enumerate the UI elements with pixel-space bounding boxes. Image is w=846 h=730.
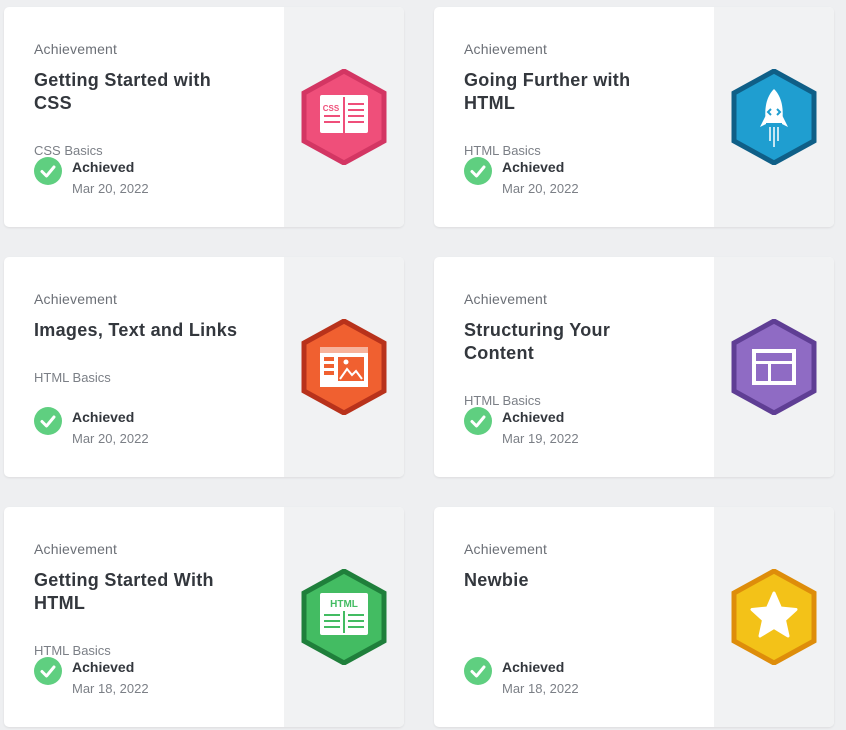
achievement-card[interactable]: Achievement Going Further with HTML HTML… [434, 7, 834, 227]
achievement-label: Achievement [464, 41, 548, 57]
achieved-date: Mar 20, 2022 [72, 181, 149, 196]
achieved-date: Mar 18, 2022 [72, 681, 149, 696]
achieved-date: Mar 20, 2022 [72, 431, 149, 446]
svg-text:CSS: CSS [323, 104, 340, 113]
course-name: HTML Basics [34, 370, 111, 385]
badge-panel: CSS [284, 7, 404, 227]
layout-icon [730, 319, 818, 415]
achievement-title[interactable]: Getting Started With HTML [34, 569, 249, 615]
course-name: CSS Basics [34, 143, 103, 158]
achievement-title[interactable]: Newbie [464, 569, 679, 592]
html-book-icon: HTML [300, 569, 388, 665]
achievement-card[interactable]: Achievement Structuring Your Content HTM… [434, 257, 834, 477]
badge-panel [714, 507, 834, 727]
achievement-card[interactable]: HTML Achievement Getting Started With HT… [4, 507, 404, 727]
achievement-title[interactable]: Images, Text and Links [34, 319, 249, 342]
badge-panel: HTML [284, 507, 404, 727]
check-icon [464, 157, 492, 185]
image-page-icon [300, 319, 388, 415]
check-icon [34, 407, 62, 435]
course-name: HTML Basics [464, 393, 541, 408]
badge-panel [284, 257, 404, 477]
badge-panel [714, 257, 834, 477]
achievement-label: Achievement [34, 291, 118, 307]
achievement-label: Achievement [464, 291, 548, 307]
check-icon [464, 407, 492, 435]
achievement-label: Achievement [464, 541, 548, 557]
achievement-title[interactable]: Structuring Your Content [464, 319, 679, 365]
achieved-date: Mar 18, 2022 [502, 681, 579, 696]
status-text: Achieved [502, 659, 565, 675]
course-name: HTML Basics [34, 643, 111, 658]
achievement-card[interactable]: Achievement Newbie Achieved Mar 18, 2022 [434, 507, 834, 727]
achievement-label: Achievement [34, 41, 118, 57]
achievement-title[interactable]: Going Further with HTML [464, 69, 679, 115]
check-icon [464, 657, 492, 685]
star-icon [730, 569, 818, 665]
achievement-title[interactable]: Getting Started with CSS [34, 69, 249, 115]
course-name: HTML Basics [464, 143, 541, 158]
css-book-icon: CSS [300, 69, 388, 165]
achieved-date: Mar 19, 2022 [502, 431, 579, 446]
check-icon [34, 157, 62, 185]
badge-panel [714, 7, 834, 227]
achievement-label: Achievement [34, 541, 118, 557]
status-text: Achieved [502, 409, 565, 425]
svg-text:HTML: HTML [330, 599, 358, 610]
status-text: Achieved [502, 159, 565, 175]
status-text: Achieved [72, 159, 135, 175]
rocket-icon [730, 69, 818, 165]
status-text: Achieved [72, 409, 135, 425]
achieved-date: Mar 20, 2022 [502, 181, 579, 196]
check-icon [34, 657, 62, 685]
achievement-card[interactable]: Achievement Images, Text and Links HTML … [4, 257, 404, 477]
status-text: Achieved [72, 659, 135, 675]
achievement-card[interactable]: CSS Achievement Getting Started with CSS… [4, 7, 404, 227]
